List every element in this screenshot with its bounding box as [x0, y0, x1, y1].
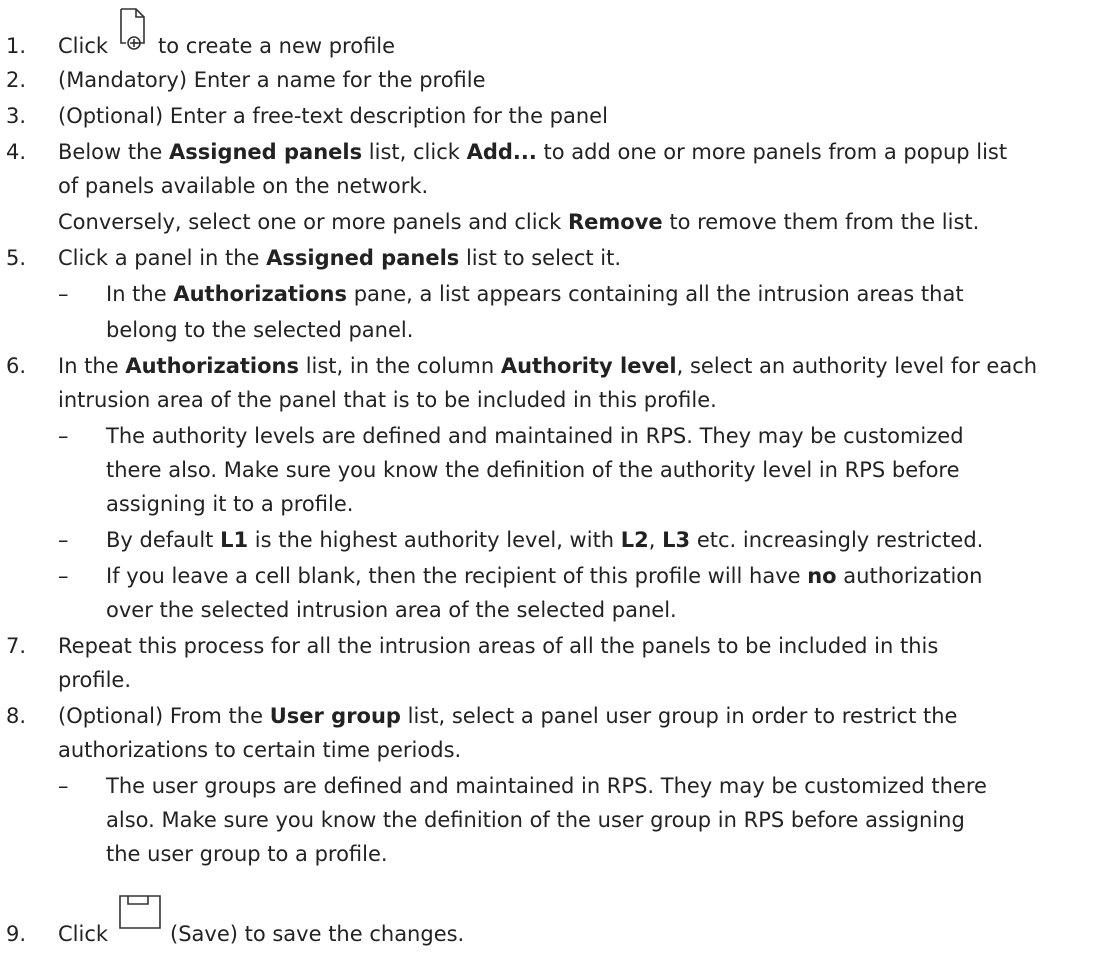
- dash-bullet: –: [58, 528, 69, 552]
- sub-text: assigning it to a profile.: [106, 492, 354, 516]
- step-text: (Save) to save the changes.: [170, 922, 465, 946]
- sub-text: there also. Make sure you know the defin…: [106, 458, 960, 482]
- step-text: Repeat this process for all the intrusio…: [58, 634, 939, 658]
- save-icon: [118, 890, 162, 936]
- sub-text: The authority levels are defined and mai…: [106, 424, 964, 448]
- step-text: Below the Assigned panels list, click Ad…: [58, 140, 1008, 164]
- step-number: 7.: [6, 634, 27, 658]
- step-text: (Optional) From the User group list, sel…: [58, 704, 958, 728]
- sub-text: belong to the selected panel.: [106, 318, 414, 342]
- step-text: of panels available on the network.: [58, 174, 429, 198]
- step-text: Conversely, select one or more panels an…: [58, 210, 980, 234]
- dash-bullet: –: [58, 424, 69, 448]
- sub-text: over the selected intrusion area of the …: [106, 598, 677, 622]
- step-text: In the Authorizations list, in the colum…: [58, 354, 1038, 378]
- step-text: Click a panel in the Assigned panels lis…: [58, 246, 622, 270]
- dash-bullet: –: [58, 774, 69, 798]
- sub-text: In the Authorizations pane, a list appea…: [106, 282, 964, 306]
- dash-bullet: –: [58, 282, 69, 306]
- step-number: 3.: [6, 104, 27, 128]
- step-text: (Mandatory) Enter a name for the profile: [58, 68, 486, 92]
- step-text: authorizations to certain time periods.: [58, 738, 462, 762]
- sub-text: By default L1 is the highest authority l…: [106, 528, 984, 552]
- sub-text: If you leave a cell blank, then the reci…: [106, 564, 983, 588]
- dash-bullet: –: [58, 564, 69, 588]
- sub-text: the user group to a profile.: [106, 842, 388, 866]
- step-number: 1.: [6, 34, 27, 58]
- sub-text: The user groups are defined and maintain…: [106, 774, 987, 798]
- step-text: intrusion area of the panel that is to b…: [58, 388, 717, 412]
- sub-text: also. Make sure you know the definition …: [106, 808, 965, 832]
- step-text: profile.: [58, 668, 132, 692]
- step-text: (Optional) Enter a free-text description…: [58, 104, 608, 128]
- step-text: Click: [58, 34, 109, 58]
- step-number: 4.: [6, 140, 27, 164]
- step-number: 8.: [6, 704, 27, 728]
- step-number: 2.: [6, 68, 27, 92]
- step-number: 9.: [6, 922, 27, 946]
- step-number: 6.: [6, 354, 27, 378]
- step-number: 5.: [6, 246, 27, 270]
- step-text: to create a new profile: [158, 34, 396, 58]
- new-profile-icon: [120, 8, 146, 54]
- step-text: Click: [58, 922, 109, 946]
